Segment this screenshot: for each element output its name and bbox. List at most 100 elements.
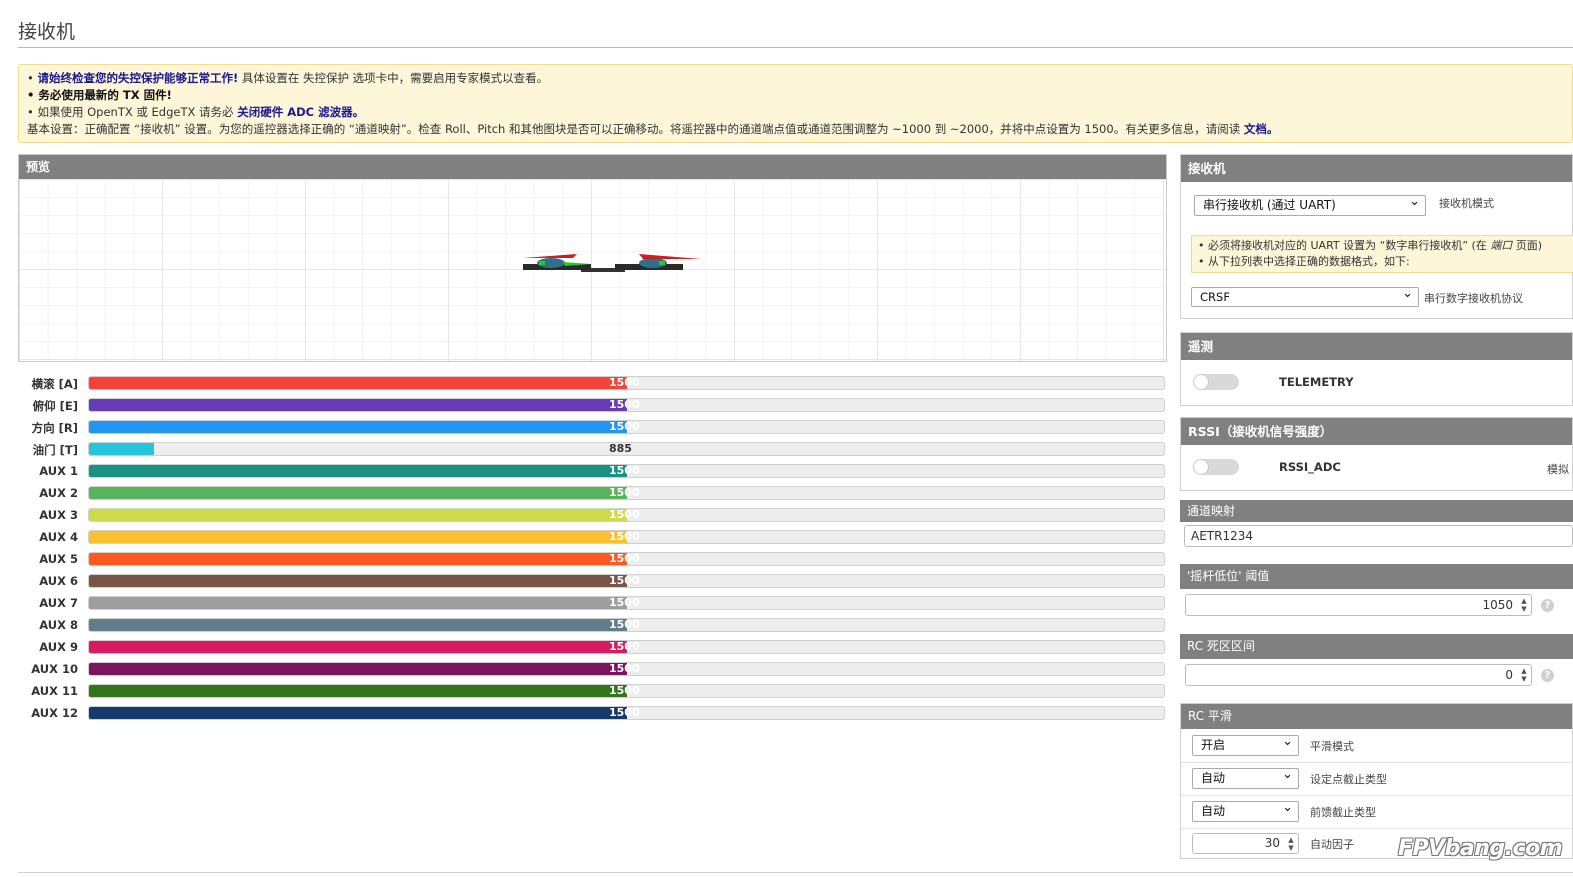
channel-bar-fill xyxy=(89,421,627,433)
channel-map-input[interactable]: AETR1234 xyxy=(1184,525,1573,547)
smoothing-mode-select[interactable]: 开启 xyxy=(1192,732,1299,756)
stick-low-title: '摇杆低位' 阈值 xyxy=(1180,564,1573,589)
auto-factor-input[interactable]: 30 ▲ ▼ xyxy=(1192,833,1299,854)
channel-value: 1500 xyxy=(609,530,640,543)
channel-bar-fill xyxy=(89,597,627,609)
channel-label: AUX 8 xyxy=(39,618,78,632)
notice-failsafe: 请始终检查您的失控保护能够正常工作! xyxy=(37,71,239,85)
channel-label: AUX 6 xyxy=(39,574,78,588)
receiver-title: 接收机 xyxy=(1181,155,1572,182)
channel-row: AUX 2 1500 xyxy=(18,484,1166,506)
stick-low-input[interactable]: 1050 ▲ ▼ xyxy=(1185,594,1532,616)
channel-bar-fill xyxy=(89,509,627,521)
channel-value: 1500 xyxy=(609,596,640,609)
preview-grid xyxy=(19,179,1166,361)
channel-value: 1500 xyxy=(609,376,640,389)
smoothing-mode-label: 平滑模式 xyxy=(1310,740,1354,753)
channel-label: 横滚 [A] xyxy=(31,377,78,391)
deadband-input[interactable]: 0 ▲ ▼ xyxy=(1185,664,1532,686)
ports-tab-ref: 端口 xyxy=(1490,239,1513,252)
row-divider xyxy=(1181,795,1573,796)
channel-label: AUX 3 xyxy=(39,508,78,522)
notice-box: • 请始终检查您的失控保护能够正常工作! 具体设置在 失控保护 选项卡中，需要启… xyxy=(18,64,1573,143)
channel-row: AUX 4 1500 xyxy=(18,528,1166,550)
serial-protocol-select[interactable]: CRSF xyxy=(1191,284,1419,307)
setpoint-cutoff-select[interactable]: 自动 xyxy=(1192,765,1299,789)
channel-value: 1500 xyxy=(609,574,640,587)
channel-row: AUX 5 1500 xyxy=(18,550,1166,572)
channel-row: AUX 7 1500 xyxy=(18,594,1166,616)
stick-low-panel: '摇杆低位' 阈值 1050 ▲ ▼ ? xyxy=(1180,564,1573,622)
channel-label: 方向 [R] xyxy=(31,421,78,435)
receiver-panel: 接收机 串行接收机 (通过 UART) 接收机模式 • 必须将接收机对应的 UA… xyxy=(1180,154,1573,319)
channel-value: 1500 xyxy=(609,618,640,631)
rssi-adc-toggle[interactable] xyxy=(1193,459,1239,475)
channel-label: AUX 10 xyxy=(31,662,78,676)
channel-bar-fill xyxy=(89,685,627,697)
channel-row: 方向 [R] 1500 xyxy=(18,418,1166,440)
deadband-spinner[interactable]: ▲ ▼ xyxy=(1519,667,1529,683)
channel-row: AUX 10 1500 xyxy=(18,660,1166,682)
channel-bar-fill xyxy=(89,465,627,477)
channel-row: AUX 1 1500 xyxy=(18,462,1166,484)
title-divider xyxy=(18,47,1573,48)
notice-adc-text: 如果使用 OpenTX 或 EdgeTX 请务必 xyxy=(37,105,234,119)
serial-protocol-label: 串行数字接收机协议 xyxy=(1424,292,1523,305)
channel-row: AUX 6 1500 xyxy=(18,572,1166,594)
channel-row: AUX 12 1500 xyxy=(18,704,1166,726)
channel-value: 885 xyxy=(609,442,632,455)
channel-map-panel: 通道映射 AETR1234 xyxy=(1180,500,1573,552)
channel-bar-fill xyxy=(89,443,154,455)
receiver-mode-label: 接收机模式 xyxy=(1439,197,1494,210)
question-circle-icon[interactable]: ? xyxy=(1541,599,1554,612)
question-circle-icon[interactable]: ? xyxy=(1541,669,1554,682)
rssi-analog-label: 模拟 xyxy=(1547,463,1569,476)
channel-bar-fill xyxy=(89,553,627,565)
deadband-value: 0 xyxy=(1505,668,1513,682)
channel-bar-fill xyxy=(89,531,627,543)
feedforward-cutoff-label: 前馈截止类型 xyxy=(1310,806,1376,819)
channel-map-title: 通道映射 xyxy=(1180,500,1573,522)
channel-bar-fill xyxy=(89,399,627,411)
channel-bars: 横滚 [A] 1500 俯仰 [E] 1500 方向 [R] 1500 油门 [T] 885 A… xyxy=(18,374,1166,726)
telemetry-toggle[interactable] xyxy=(1193,374,1239,390)
channel-label: 俯仰 [E] xyxy=(32,399,78,413)
channel-label: AUX 2 xyxy=(39,486,78,500)
feedforward-cutoff-select[interactable]: 自动 xyxy=(1192,798,1299,822)
channel-label: AUX 12 xyxy=(31,706,78,720)
stick-low-spinner[interactable]: ▲ ▼ xyxy=(1519,597,1529,613)
channel-row: AUX 3 1500 xyxy=(18,506,1166,528)
rssi-adc-label: RSSI_ADC xyxy=(1279,460,1341,474)
channel-label: AUX 5 xyxy=(39,552,78,566)
notice-failsafe-detail: 具体设置在 失控保护 选项卡中，需要启用专家模式以查看。 xyxy=(241,71,549,85)
channel-label: AUX 11 xyxy=(31,684,78,698)
channel-row: AUX 8 1500 xyxy=(18,616,1166,638)
auto-factor-spinner[interactable]: ▲ ▼ xyxy=(1286,836,1296,852)
channel-label: AUX 9 xyxy=(39,640,78,654)
adc-filter-link[interactable]: 关闭硬件 ADC 滤波器。 xyxy=(237,105,364,119)
setpoint-cutoff-label: 设定点截止类型 xyxy=(1310,773,1387,786)
receiver-mode-select[interactable]: 串行接收机 (通过 UART) xyxy=(1194,192,1426,216)
channel-bar-fill xyxy=(89,663,627,675)
channel-label: AUX 1 xyxy=(39,464,78,478)
channel-bar-fill xyxy=(89,641,627,653)
channel-label: 油门 [T] xyxy=(32,443,78,457)
channel-row: AUX 11 1500 xyxy=(18,682,1166,704)
channel-value: 1500 xyxy=(609,640,640,653)
channel-row: 油门 [T] 885 xyxy=(18,440,1166,462)
channel-bar-fill xyxy=(89,575,627,587)
telemetry-panel: 遥测 TELEMETRY xyxy=(1180,332,1573,406)
quadcopter-model xyxy=(523,254,701,272)
channel-value: 1500 xyxy=(609,552,640,565)
stick-low-value: 1050 xyxy=(1482,598,1513,612)
channel-label: AUX 7 xyxy=(39,596,78,610)
auto-factor-label: 自动因子 xyxy=(1310,838,1354,851)
rssi-title: RSSI（接收机信号强度） xyxy=(1181,418,1572,445)
channel-bar-fill xyxy=(89,707,627,719)
docs-link[interactable]: 文档。 xyxy=(1244,122,1279,136)
channel-value: 1500 xyxy=(609,706,640,719)
telemetry-title: 遥测 xyxy=(1181,333,1572,360)
watermark-logo: FPVbang.com xyxy=(1398,836,1563,861)
footer-divider xyxy=(18,872,1573,873)
channel-value: 1500 xyxy=(609,398,640,411)
